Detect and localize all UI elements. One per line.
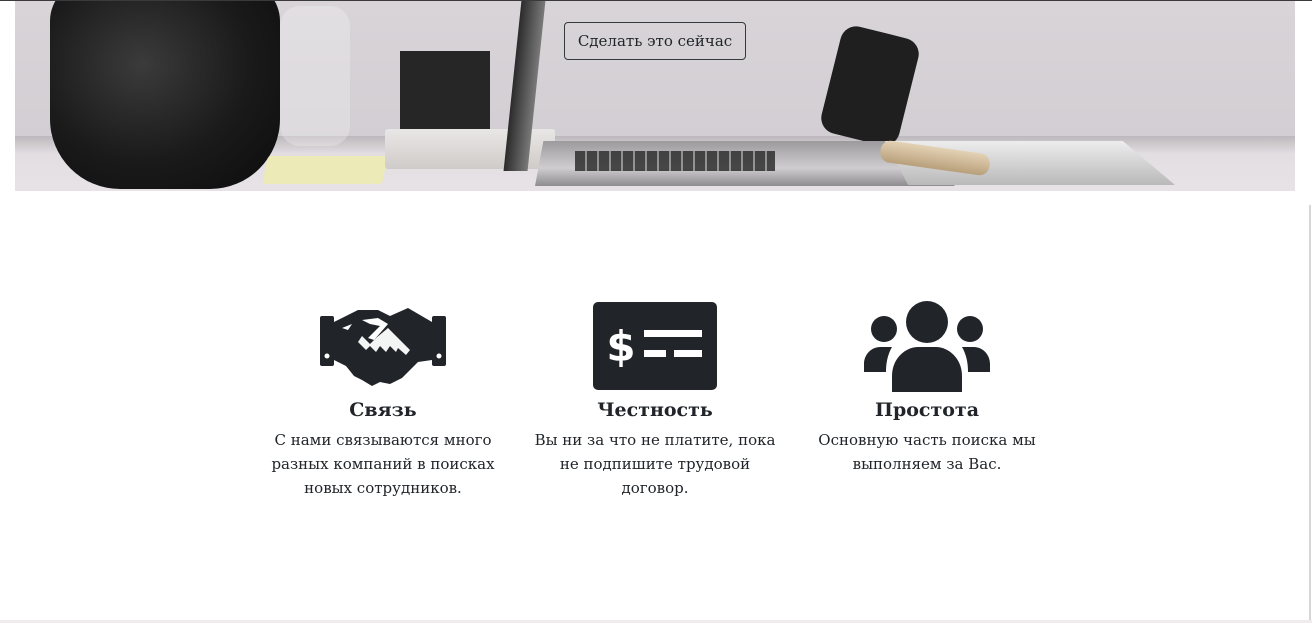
- feature-title: Честность: [597, 399, 713, 421]
- feature-title: Связь: [349, 399, 417, 421]
- hero-dark-box: [400, 51, 490, 136]
- feature-title: Простота: [875, 399, 979, 421]
- page-scrollbar[interactable]: [1309, 205, 1311, 623]
- svg-text:$: $: [606, 322, 635, 371]
- hero-sticky-notes: [262, 156, 388, 184]
- feature-simplicity: Простота Основную часть поиска мы выполн…: [802, 300, 1052, 476]
- handshake-icon: [318, 300, 448, 392]
- feature-description: С нами связываются много разных компаний…: [271, 431, 495, 497]
- feature-honesty: $ Честность Вы ни за что не платите, пок…: [530, 300, 780, 500]
- feature-connection: Связь С нами связываются много разных ко…: [258, 300, 508, 500]
- hero-laptop-keys: [575, 151, 775, 171]
- do-it-now-button[interactable]: Сделать это сейчас: [564, 22, 746, 60]
- hero-glass-jar: [280, 6, 350, 146]
- feature-description: Основную часть поиска мы выполняем за Ва…: [818, 431, 1036, 473]
- feature-description: Вы ни за что не платите, пока не подпиши…: [534, 431, 776, 497]
- money-check-icon: $: [590, 300, 720, 392]
- hero-dark-jar: [50, 1, 280, 189]
- users-icon: [862, 300, 992, 392]
